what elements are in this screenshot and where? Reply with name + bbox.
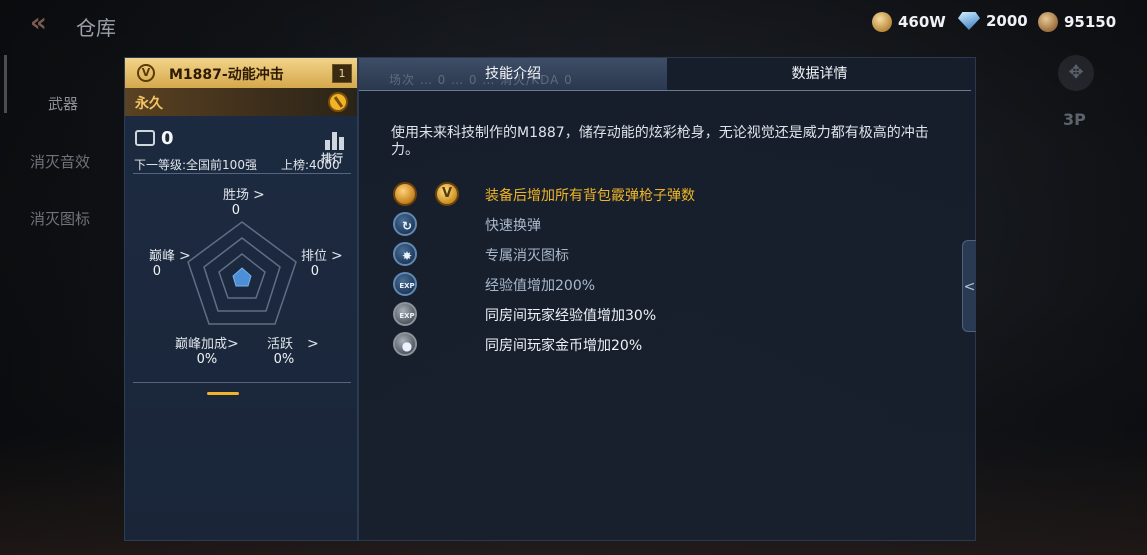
stat-rank-label: 排位 — [301, 249, 328, 264]
ghost-tab-text: 场次 … 0 … 0 … 消灭/KDA 0 — [389, 73, 573, 87]
stats-radar-chart — [187, 221, 297, 325]
side-nav: 武器 消灭音效 消灭图标 — [0, 55, 125, 255]
skill-text: 快速换弹 — [485, 218, 541, 234]
kill-count: 0 — [161, 128, 174, 149]
diamond-icon — [958, 12, 980, 30]
info-panel: 场次 … 0 … 0 … 消灭/KDA 0 技能介绍 数据详情 使用未来科技制作… — [358, 57, 976, 541]
medal-coin-icon — [1038, 12, 1058, 32]
skill-row: ✸ 专属消灭图标 — [393, 242, 953, 268]
card-header: V M1887-动能冲击 1 — [125, 58, 357, 88]
currency-diamond: 2000 — [958, 12, 1028, 30]
stat-rank-value: 0 — [310, 264, 320, 279]
room-coin-icon: ● — [393, 332, 417, 356]
stat-peak[interactable]: 巅峰 > 0 — [149, 245, 191, 279]
medal-amount: 95150 — [1064, 13, 1117, 31]
weapon-name: M1887-动能冲击 — [169, 67, 284, 83]
skill-text: 同房间玩家经验值增加30% — [485, 308, 657, 324]
skill-row: V 装备后增加所有背包霰弹枪子弹数 — [393, 182, 953, 208]
stat-rank[interactable]: 排位 > 0 — [301, 245, 343, 279]
tab-skill-intro[interactable]: 场次 … 0 … 0 … 消灭/KDA 0 技能介绍 — [359, 58, 667, 90]
chevron-right-icon: > — [307, 336, 319, 352]
stat-active[interactable]: 活跃 > 0% — [267, 333, 319, 367]
vip-badge-icon: V — [137, 64, 155, 82]
collapse-panel-button[interactable]: < — [962, 240, 976, 332]
kill-count-icon — [135, 130, 155, 146]
camera-control-icon[interactable]: ✥ — [1058, 55, 1094, 91]
skill-row: ● 同房间玩家金币增加20% — [393, 332, 953, 358]
nav-item-kill-sound[interactable]: 消灭音效 — [30, 151, 90, 172]
stat-peak-value: 0 — [152, 264, 162, 279]
skill-row: EXP 经验值增加200% — [393, 272, 953, 298]
reload-icon: ↻ — [393, 212, 417, 236]
chevron-right-icon: > — [331, 248, 343, 264]
card-divider — [133, 173, 351, 174]
card-divider-bottom — [133, 382, 351, 383]
tab-skill-intro-label: 技能介绍 — [485, 66, 541, 82]
rank-number-badge: 1 — [332, 64, 352, 83]
back-button[interactable]: « — [30, 10, 60, 36]
stat-peak-label: 巅峰 — [149, 249, 176, 264]
duration-bar: 永久 — [125, 88, 357, 116]
stat-peak-bonus-value: 0% — [196, 352, 218, 367]
skill-text: 专属消灭图标 — [485, 248, 569, 264]
page-title: 仓库 — [76, 16, 116, 40]
next-level-text: 下一等级:全国前100强 — [134, 158, 257, 172]
nav-item-weapon[interactable]: 武器 — [48, 93, 78, 114]
duration-label: 永久 — [135, 96, 163, 112]
vip-badge-icon: V — [435, 182, 459, 206]
room-exp-icon: EXP — [393, 302, 417, 326]
stat-wins[interactable]: 胜场 > 0 — [223, 184, 265, 218]
currency-gold: 460W — [872, 12, 946, 32]
stat-wins-label: 胜场 — [223, 188, 250, 203]
diamond-amount: 2000 — [986, 12, 1028, 30]
tab-data-details[interactable]: 数据详情 — [668, 58, 971, 90]
gold-amount: 460W — [898, 13, 946, 31]
nav-item-kill-icon[interactable]: 消灭图标 — [30, 208, 90, 229]
page-indicator — [207, 392, 239, 395]
skill-text: 经验值增加200% — [485, 278, 596, 294]
leaderboard-requirement: 上榜:4000 — [281, 158, 340, 172]
stat-active-label: 活跃 — [267, 337, 294, 352]
gold-ammo-icon — [393, 182, 417, 206]
view-mode-toggle[interactable]: 3P — [1063, 110, 1086, 129]
permanent-icon — [328, 92, 348, 112]
skill-row: ↻ 快速换弹 — [393, 212, 953, 238]
skill-text: 同房间玩家金币增加20% — [485, 338, 643, 354]
stat-peak-bonus[interactable]: 巅峰加成> 0% — [175, 333, 239, 367]
weapon-card: V M1887-动能冲击 1 永久 0 排行 下一等级:全国前100强 上榜:4… — [124, 57, 358, 541]
stat-peak-bonus-label: 巅峰加成 — [175, 337, 228, 352]
skill-text: 装备后增加所有背包霰弹枪子弹数 — [485, 188, 695, 204]
stat-active-value: 0% — [273, 352, 295, 367]
tab-bar: 场次 … 0 … 0 … 消灭/KDA 0 技能介绍 数据详情 — [359, 58, 971, 91]
kill-icon-badge: ✸ — [393, 242, 417, 266]
gold-coin-icon — [872, 12, 892, 32]
nav-active-indicator — [4, 55, 7, 113]
exp-icon: EXP — [393, 272, 417, 296]
chevron-right-icon: > — [179, 248, 191, 264]
stat-wins-value: 0 — [231, 203, 241, 218]
weapon-description: 使用未来科技制作的M1887，储存动能的炫彩枪身，无论视觉还是威力都有极高的冲击… — [391, 125, 929, 158]
leaderboard-icon[interactable] — [323, 128, 347, 150]
chevron-right-icon: > — [253, 187, 265, 203]
currency-medal: 95150 — [1038, 12, 1116, 32]
chevron-right-icon: > — [227, 336, 239, 352]
skill-row: EXP 同房间玩家经验值增加30% — [393, 302, 953, 328]
